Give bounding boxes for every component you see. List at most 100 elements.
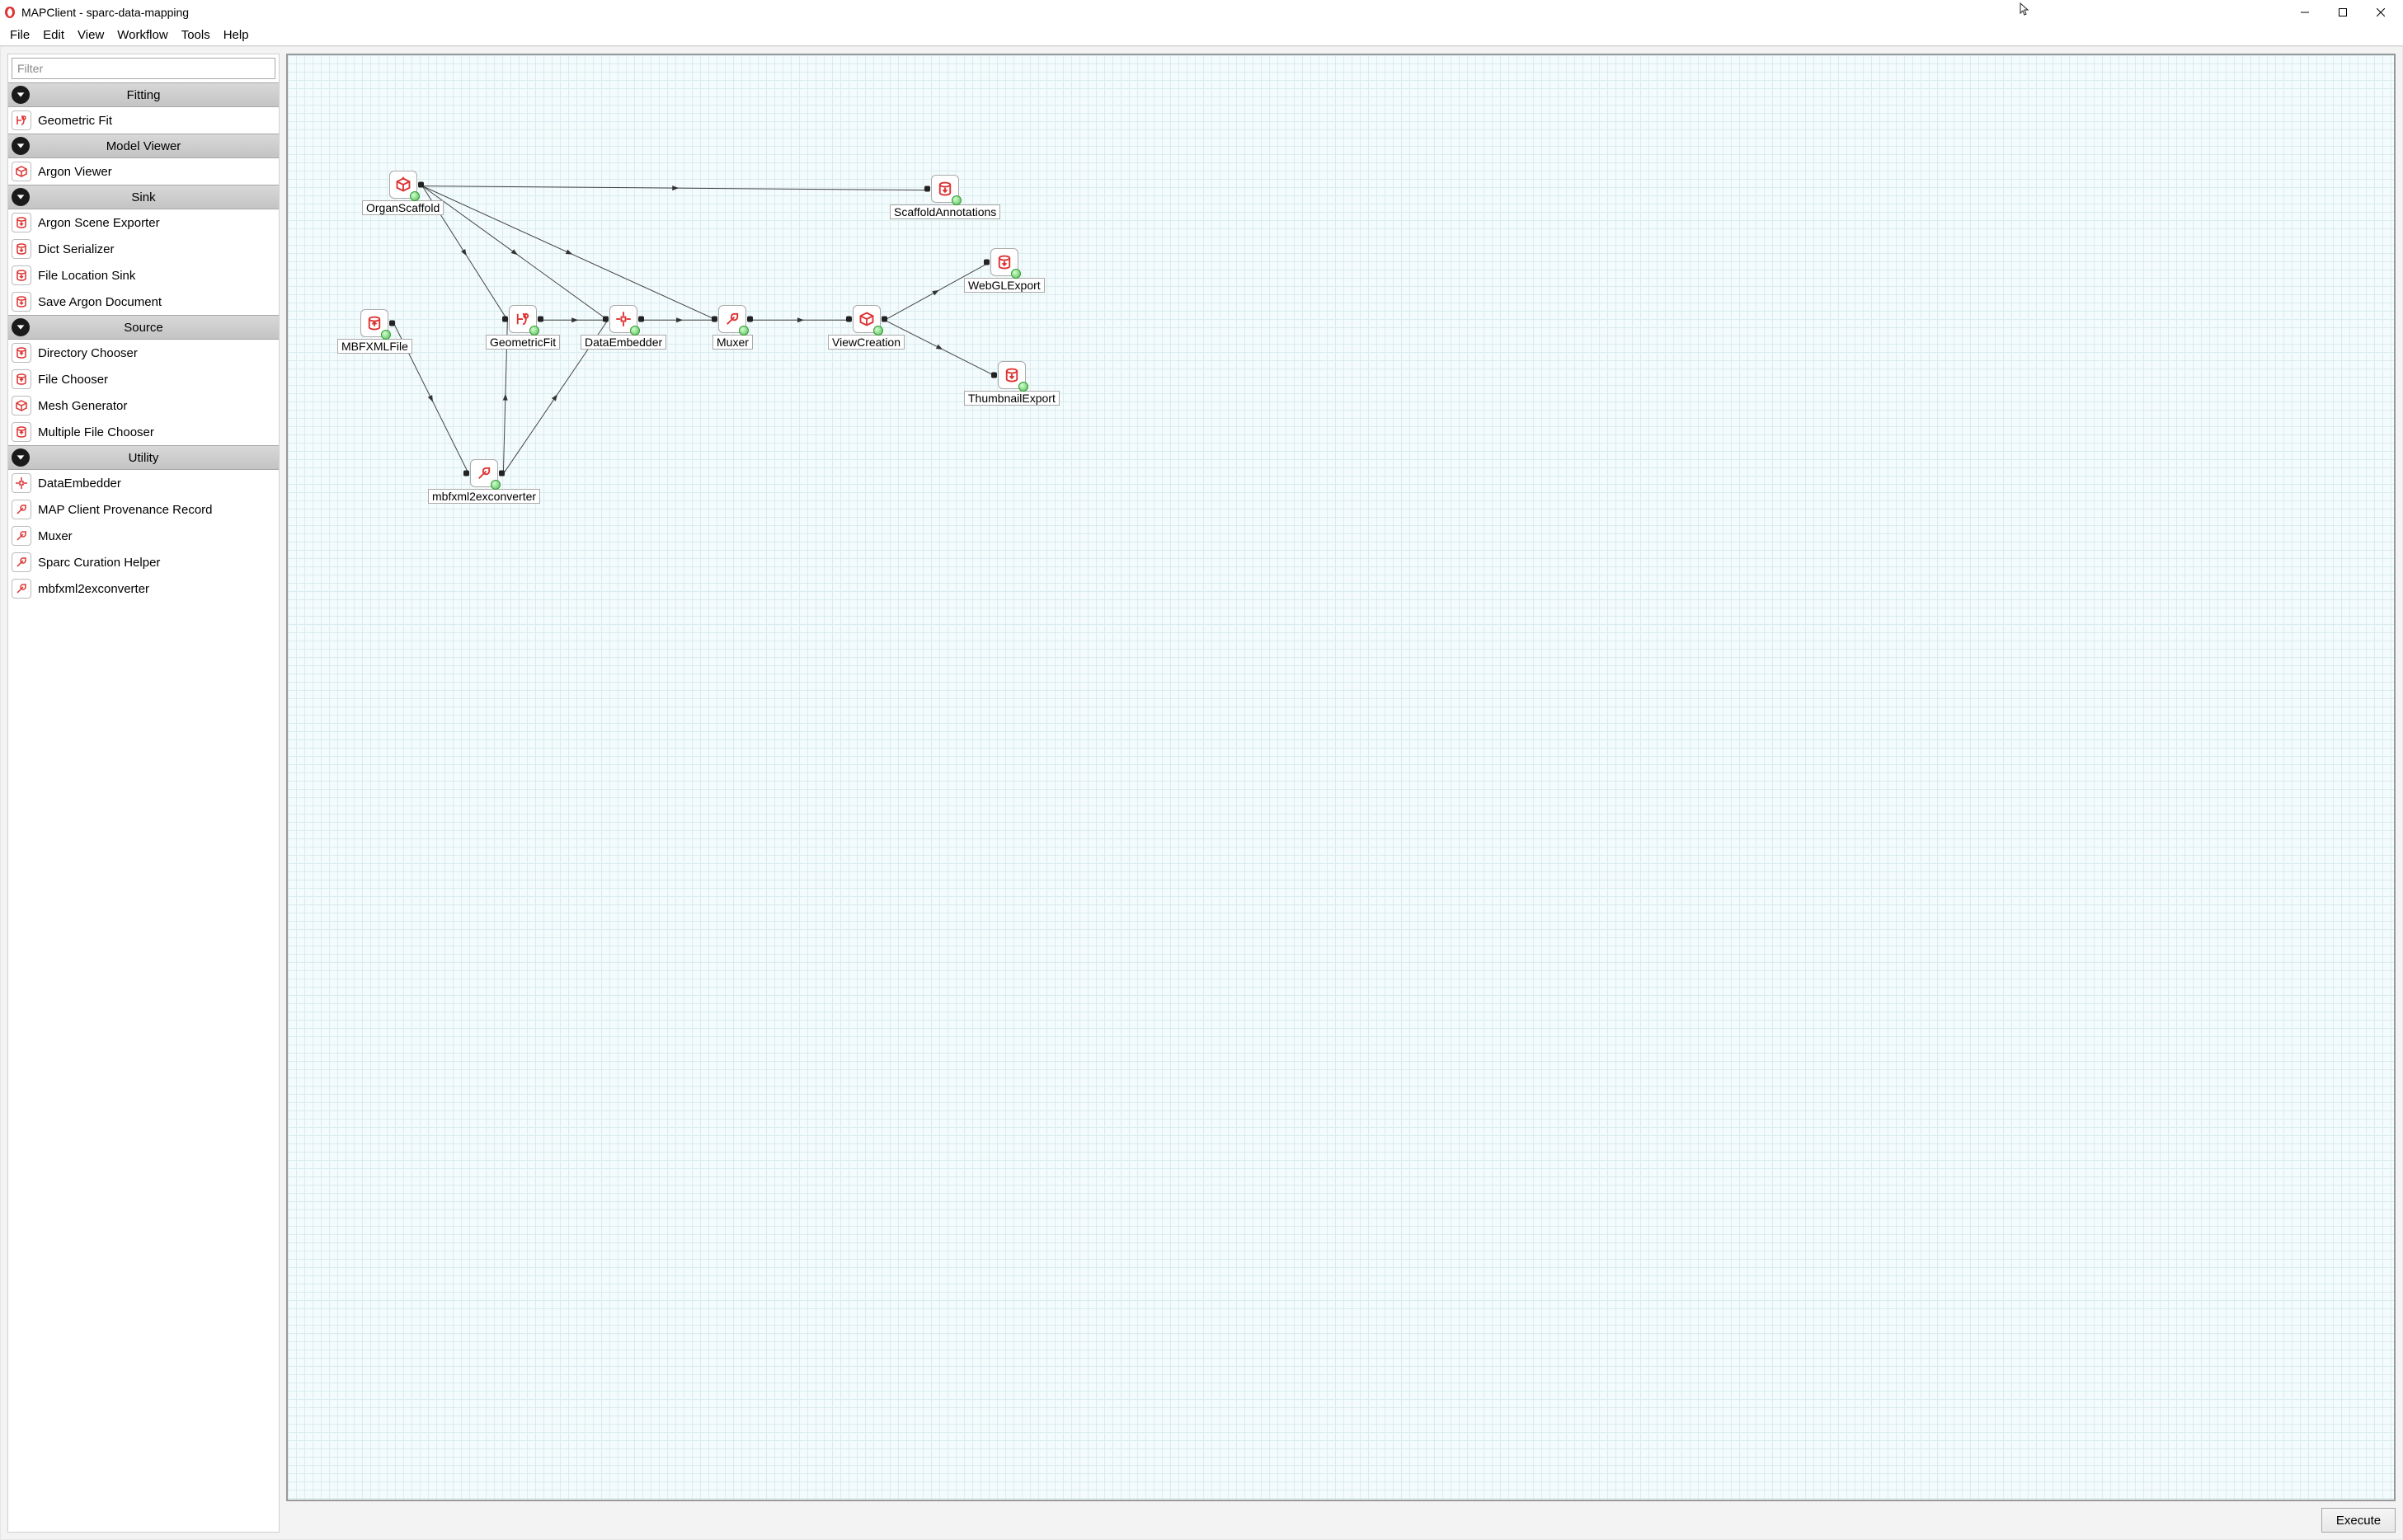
node-label: ScaffoldAnnotations <box>890 204 1000 219</box>
category-label: Utility <box>8 451 279 465</box>
node-mbfxml2exconverter[interactable]: mbfxml2exconverter <box>428 459 540 504</box>
port-in[interactable] <box>984 260 990 265</box>
node-MBFXMLFile[interactable]: MBFXMLFile <box>337 309 412 354</box>
node-box[interactable] <box>853 305 881 333</box>
workflow-canvas[interactable]: OrganScaffold ScaffoldAnnotations MBFXMLFi… <box>286 54 2396 1501</box>
minimize-button[interactable] <box>2286 0 2324 25</box>
cube-icon <box>12 162 31 181</box>
menu-tools[interactable]: Tools <box>175 26 217 44</box>
port-in[interactable] <box>991 373 997 378</box>
node-ViewCreation[interactable]: ViewCreation <box>828 305 905 350</box>
port-in[interactable] <box>846 317 852 322</box>
node-GeometricFit[interactable]: GeometricFit <box>486 305 560 350</box>
status-dot <box>491 480 501 490</box>
menu-file[interactable]: File <box>3 26 36 44</box>
node-Muxer[interactable]: Muxer <box>712 305 753 350</box>
category-label: Sink <box>8 190 279 204</box>
close-button[interactable] <box>2362 0 2400 25</box>
tool-item[interactable]: File Location Sink <box>8 262 279 289</box>
tool-item[interactable]: Directory Chooser <box>8 340 279 366</box>
category-header[interactable]: Sink <box>8 185 279 209</box>
tool-label: Mesh Generator <box>38 399 127 413</box>
category-header[interactable]: Utility <box>8 445 279 470</box>
node-box[interactable] <box>609 305 637 333</box>
node-WebGLExport[interactable]: WebGLExport <box>964 248 1045 293</box>
tool-label: File Location Sink <box>38 269 135 283</box>
tool-label: Argon Viewer <box>38 165 112 179</box>
node-box[interactable] <box>470 459 498 487</box>
maximize-button[interactable] <box>2324 0 2362 25</box>
status-dot <box>630 326 640 336</box>
cube-icon <box>12 396 31 416</box>
port-in[interactable] <box>603 317 609 322</box>
tool-label: DataEmbedder <box>38 477 121 491</box>
port-in[interactable] <box>463 471 469 477</box>
port-out[interactable] <box>538 317 543 322</box>
db-up-icon <box>12 422 31 442</box>
tool-item[interactable]: Muxer <box>8 523 279 549</box>
titlebar: MAPClient - sparc-data-mapping <box>0 0 2403 25</box>
category-header[interactable]: Model Viewer <box>8 134 279 158</box>
node-box[interactable] <box>389 171 417 199</box>
tool-item[interactable]: mbfxml2exconverter <box>8 575 279 602</box>
db-down-icon <box>12 292 31 312</box>
node-ThumbnailExport[interactable]: ThumbnailExport <box>964 361 1060 406</box>
port-in[interactable] <box>712 317 717 322</box>
sidebar: FittingGeometric FitModel Viewer Argon Vi… <box>7 54 280 1533</box>
tool-label: Save Argon Document <box>38 295 162 309</box>
port-in[interactable] <box>924 186 930 192</box>
node-label: ViewCreation <box>828 335 905 350</box>
node-label: GeometricFit <box>486 335 560 350</box>
tool-item[interactable]: MAP Client Provenance Record <box>8 496 279 523</box>
wrench-icon <box>12 552 31 572</box>
category-header[interactable]: Fitting <box>8 82 279 107</box>
wrench-icon <box>12 500 31 519</box>
tool-item[interactable]: Dict Serializer <box>8 236 279 262</box>
port-out[interactable] <box>882 317 887 322</box>
db-up-icon <box>12 343 31 363</box>
status-dot <box>873 326 883 336</box>
tool-item[interactable]: Sparc Curation Helper <box>8 549 279 575</box>
filter-input[interactable] <box>12 58 275 79</box>
tool-label: MAP Client Provenance Record <box>38 503 213 517</box>
tool-label: File Chooser <box>38 373 108 387</box>
port-out[interactable] <box>499 471 505 477</box>
node-box[interactable] <box>998 361 1026 389</box>
tool-item[interactable]: File Chooser <box>8 366 279 392</box>
category-header[interactable]: Source <box>8 315 279 340</box>
tool-label: Directory Chooser <box>38 346 138 360</box>
node-box[interactable] <box>931 175 959 203</box>
db-down-icon <box>12 265 31 285</box>
node-box[interactable] <box>990 248 1018 276</box>
tool-item[interactable]: Argon Scene Exporter <box>8 209 279 236</box>
node-label: mbfxml2exconverter <box>428 489 540 504</box>
port-out[interactable] <box>638 317 644 322</box>
tool-item[interactable]: Multiple File Chooser <box>8 419 279 445</box>
node-ScaffoldAnnotations[interactable]: ScaffoldAnnotations <box>890 175 1000 219</box>
tool-label: Multiple File Chooser <box>38 425 154 439</box>
tool-item[interactable]: Geometric Fit <box>8 107 279 134</box>
menubar: File Edit View Workflow Tools Help <box>0 25 2403 46</box>
tool-item[interactable]: Argon Viewer <box>8 158 279 185</box>
menu-view[interactable]: View <box>71 26 111 44</box>
node-DataEmbedder[interactable]: DataEmbedder <box>581 305 666 350</box>
menu-edit[interactable]: Edit <box>36 26 71 44</box>
port-out[interactable] <box>747 317 753 322</box>
node-box[interactable] <box>509 305 537 333</box>
node-label: ThumbnailExport <box>964 391 1060 406</box>
menu-workflow[interactable]: Workflow <box>111 26 174 44</box>
tool-item[interactable]: Mesh Generator <box>8 392 279 419</box>
db-up-icon <box>12 369 31 389</box>
tool-item[interactable]: DataEmbedder <box>8 470 279 496</box>
tool-item[interactable]: Save Argon Document <box>8 289 279 315</box>
node-OrganScaffold[interactable]: OrganScaffold <box>362 171 444 215</box>
node-box[interactable] <box>360 309 388 337</box>
db-down-icon <box>12 239 31 259</box>
menu-help[interactable]: Help <box>217 26 256 44</box>
node-box[interactable] <box>718 305 746 333</box>
port-out[interactable] <box>389 321 395 326</box>
target-icon <box>12 473 31 493</box>
port-out[interactable] <box>418 182 424 188</box>
execute-button[interactable]: Execute <box>2321 1508 2396 1533</box>
port-in[interactable] <box>502 317 508 322</box>
